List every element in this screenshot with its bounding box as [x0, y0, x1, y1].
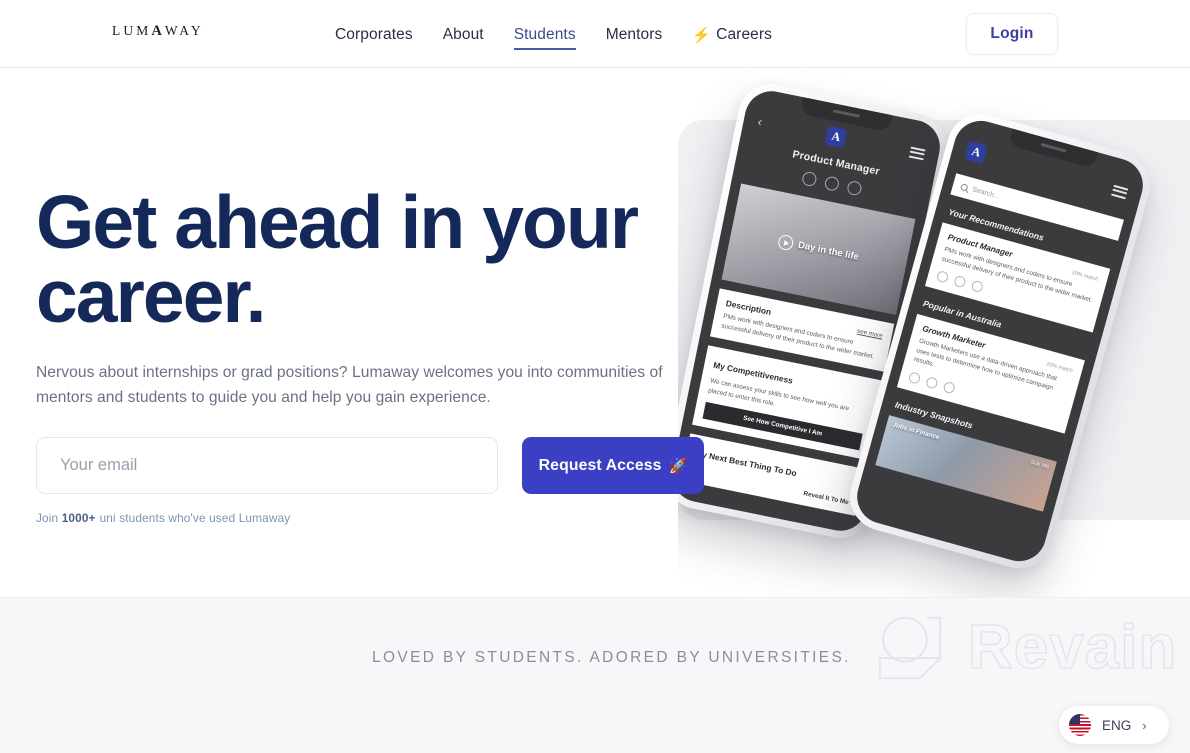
request-access-button[interactable]: Request Access 🚀 [522, 437, 704, 494]
card-icon-1 [907, 371, 922, 385]
join-suffix: uni students who've used Lumaway [99, 511, 291, 525]
card-icon-3 [970, 279, 984, 294]
email-field[interactable] [36, 437, 498, 494]
lightning-bolt-icon: ⚡ [692, 26, 712, 44]
social-proof-band: LOVED BY STUDENTS. ADORED BY UNIVERSITIE… [0, 597, 1190, 753]
nav-item-corporates-label: Corporates [335, 26, 413, 43]
nav-item-careers-label: Careers [716, 26, 772, 43]
snapshot-label: Jobs in Finance [891, 421, 941, 442]
signup-form: Request Access 🚀 [36, 437, 716, 494]
hamburger-menu-icon [908, 146, 926, 160]
brand-logo-text-post: WAY [164, 23, 204, 38]
us-flag-icon [1069, 714, 1091, 736]
hamburger-menu-icon [1111, 184, 1129, 199]
social-proof-note: Join 1000+ uni students who've used Lumaw… [36, 511, 716, 525]
login-button[interactable]: Login [966, 13, 1058, 55]
nav-item-careers[interactable]: ⚡ Careers [692, 2, 772, 66]
nav-item-students-label: Students [513, 26, 576, 43]
language-selector[interactable]: ENG › [1059, 706, 1169, 744]
hero-section: ‹ A Product Manager Day in the life Desc… [0, 68, 1190, 597]
chevron-right-icon: › [1142, 717, 1147, 733]
card-icon-2 [925, 376, 939, 390]
card-icon-3 [942, 380, 956, 395]
partner-logo-revain: Revain [868, 606, 1177, 690]
band-headline: LOVED BY STUDENTS. ADORED BY UNIVERSITIE… [372, 649, 851, 666]
rocket-icon: 🚀 [668, 457, 688, 475]
action-icon-3 [846, 179, 863, 197]
hero-title-line-2: career. [36, 254, 267, 339]
see-more-link: see more [856, 327, 884, 340]
join-count: 1000+ [61, 511, 96, 525]
nav-item-mentors[interactable]: Mentors [606, 2, 663, 66]
hero-subtitle: Nervous about internships or grad positi… [36, 363, 663, 406]
revain-mark-icon [878, 616, 942, 680]
main-nav: Corporates About Students Mentors ⚡ Care… [335, 0, 772, 68]
action-icon-2 [823, 175, 841, 192]
search-icon [960, 182, 969, 192]
back-chevron-icon: ‹ [756, 113, 764, 129]
language-label: ENG [1102, 717, 1132, 733]
hero-title-line-1: Get ahead in your [36, 180, 639, 264]
login-button-label: Login [990, 25, 1034, 42]
video-play-label: Day in the life [730, 224, 907, 274]
snapshot-meta: Sub Me [1029, 459, 1050, 471]
phone-right-snapshot-image: Jobs in Finance Sub Me [875, 415, 1057, 512]
hero-copy: Get ahead in your career. Nervous about … [36, 185, 716, 525]
nav-item-students[interactable]: Students [513, 2, 576, 66]
action-icon-1 [801, 170, 818, 188]
page-title: Get ahead in your career. [36, 185, 716, 334]
revain-wordmark: Revain [967, 613, 1178, 682]
play-icon [776, 233, 795, 252]
nav-item-mentors-label: Mentors [605, 26, 663, 43]
join-prefix: Join [36, 511, 59, 525]
card-icon-1 [935, 270, 950, 284]
page-root: LUMAWAY Corporates About Students Mentor… [0, 0, 1190, 753]
site-header: LUMAWAY Corporates About Students Mentor… [0, 0, 1190, 68]
request-access-label: Request Access [538, 456, 662, 474]
app-logo-icon: A [964, 140, 988, 164]
nav-item-corporates[interactable]: Corporates [335, 2, 413, 66]
video-label-text: Day in the life [796, 239, 860, 263]
nav-item-about-label: About [442, 26, 484, 43]
app-logo-icon: A [824, 125, 848, 148]
brand-logo-letter-a: A [151, 23, 165, 39]
search-placeholder-text: Search... [971, 185, 1001, 201]
brand-logo-text-pre: LUM [112, 23, 152, 38]
card-icon-2 [953, 275, 967, 289]
phone-mockup-scene: ‹ A Product Manager Day in the life Desc… [678, 68, 1190, 597]
brand-logo[interactable]: LUMAWAY [112, 24, 204, 39]
nav-item-about[interactable]: About [443, 2, 484, 66]
